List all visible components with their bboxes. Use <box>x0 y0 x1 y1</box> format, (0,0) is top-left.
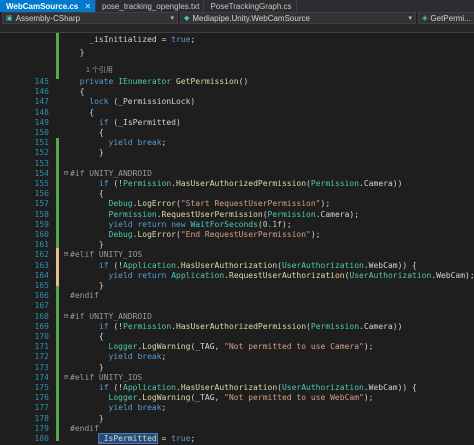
tab-bar: WebCamSource.cs ✕ pose_tracking_opengles… <box>0 0 474 12</box>
code-line[interactable]: 180 _IsPermitted = true; <box>0 432 474 445</box>
tab-webcamsource[interactable]: WebCamSource.cs ✕ <box>0 0 97 12</box>
member-name: GetPermi... <box>430 13 471 23</box>
navigation-bar: ▣ Assembly-CSharp ▾ ◆ Mediapipe.Unity.We… <box>0 12 474 33</box>
close-icon[interactable]: ✕ <box>84 2 91 11</box>
code-text: } <box>70 48 85 57</box>
tab-label: WebCamSource.cs <box>6 1 79 11</box>
line-number: 180 <box>34 434 49 443</box>
tab-pose-tracking-opengles[interactable]: pose_tracking_opengles.txt <box>96 0 205 12</box>
class-name: Mediapipe.Unity.WebCamSource <box>192 13 310 23</box>
project-dropdown[interactable]: ▣ Assembly-CSharp ▾ <box>2 12 178 24</box>
code-editor[interactable]: 1 个引用 _isInitialized = true; } 145 privat… <box>0 33 474 444</box>
tab-posetrackinggraph[interactable]: PoseTrackingGraph.cs <box>204 0 297 12</box>
project-name: Assembly-CSharp <box>15 13 81 23</box>
code-text: _isInitialized = true; <box>70 35 196 44</box>
code-line[interactable]: _isInitialized = true; <box>0 33 474 46</box>
code-text: _IsPermitted = true; <box>97 433 196 444</box>
method-icon: ◈ <box>422 15 428 22</box>
chevron-down-icon: ▾ <box>408 15 412 22</box>
tab-label: PoseTrackingGraph.cs <box>210 1 292 11</box>
csharp-project-icon: ▣ <box>6 15 13 22</box>
chevron-down-icon: ▾ <box>170 15 174 22</box>
member-dropdown[interactable]: ◈ GetPermi... <box>418 12 474 24</box>
code-line[interactable] <box>0 59 474 72</box>
class-dropdown[interactable]: ◆ Mediapipe.Unity.WebCamSource ▾ <box>180 12 416 24</box>
class-icon: ◆ <box>184 15 190 22</box>
code-line[interactable]: } <box>0 46 474 59</box>
tab-label: pose_tracking_opengles.txt <box>102 1 200 11</box>
